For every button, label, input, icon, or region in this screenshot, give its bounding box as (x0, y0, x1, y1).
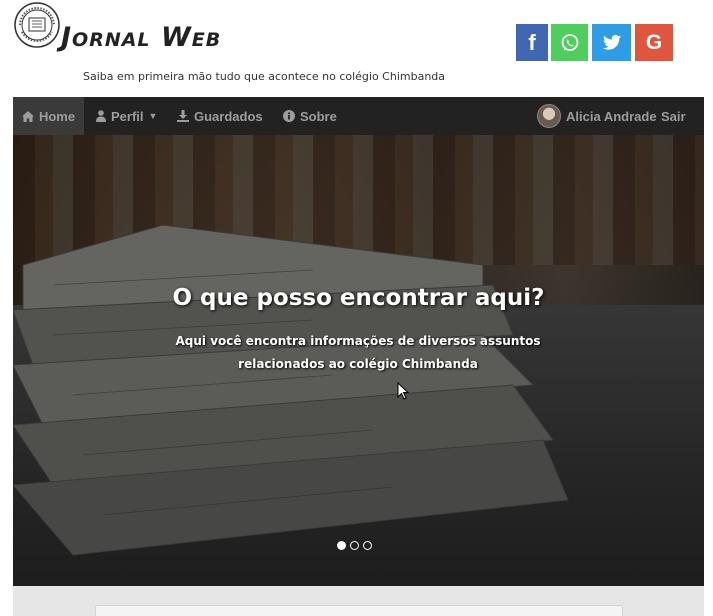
brand-title[interactable]: Jornal Web (61, 22, 221, 53)
chevron-down-icon: ▼ (148, 111, 158, 121)
nav-perfil-label: Perfil (111, 108, 144, 124)
carousel-dot-3[interactable] (363, 541, 372, 550)
site-header: Jornal Web Saiba em primeira mão tudo qu… (13, 0, 704, 97)
logout-link[interactable]: Sair (661, 97, 686, 135)
hero-carousel[interactable]: O que posso encontrar aqui? Aqui você en… (13, 135, 704, 586)
nav-perfil-dropdown[interactable]: Perfil ▼ (96, 97, 157, 135)
avatar (537, 104, 561, 128)
user-icon (96, 110, 106, 122)
nav-guardados-label: Guardados (194, 108, 263, 124)
carousel-dot-1[interactable] (337, 541, 346, 550)
carousel-dot-2[interactable] (350, 541, 359, 550)
nav-guardados[interactable]: Guardados (177, 97, 263, 135)
page: Jornal Web Saiba em primeira mão tudo qu… (13, 0, 704, 616)
nav-user-profile[interactable]: Alicia Andrade (537, 97, 657, 135)
tagline: Saiba em primeira mão tudo que acontece … (83, 70, 446, 83)
nav-home[interactable]: Home (13, 97, 84, 135)
whatsapp-button[interactable] (551, 24, 588, 61)
twitter-button[interactable] (592, 24, 631, 61)
content-card (95, 605, 623, 616)
content-section (13, 586, 704, 616)
twitter-icon (602, 34, 621, 50)
download-icon (177, 110, 189, 122)
facebook-button[interactable]: f (516, 24, 548, 61)
whatsapp-icon (561, 33, 578, 51)
info-icon (283, 110, 295, 122)
carousel-indicators (337, 541, 372, 550)
google-icon: G (645, 30, 663, 54)
user-name: Alicia Andrade (566, 108, 657, 124)
nav-home-label: Home (38, 108, 76, 124)
logout-label: Sair (661, 108, 686, 124)
facebook-icon: f (528, 29, 536, 55)
nav-sobre[interactable]: Sobre (283, 97, 337, 135)
nav-sobre-label: Sobre (300, 108, 337, 124)
home-icon (21, 110, 34, 122)
mouse-cursor-icon (397, 382, 409, 400)
school-seal-logo (14, 2, 60, 48)
hero-title: O que posso encontrar aqui? (172, 285, 545, 311)
hero-subtitle: Aqui você encontra informações de divers… (175, 334, 541, 371)
main-navbar: Home Perfil ▼ Guardados Sobre Alicia And… (13, 97, 704, 135)
google-button[interactable]: G (635, 24, 673, 61)
